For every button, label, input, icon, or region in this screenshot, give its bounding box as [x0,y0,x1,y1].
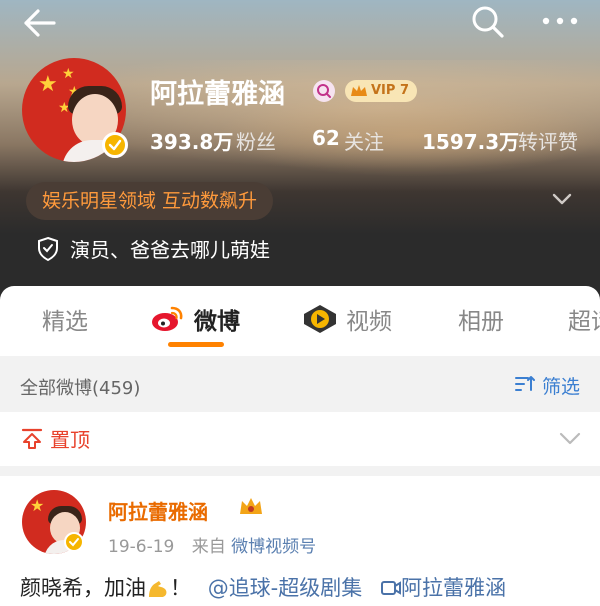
post-source-prefix: 来自 [191,537,226,557]
filter-bar: 全部微博(459) 筛选 [0,356,600,412]
weibo-logo-icon [152,306,183,331]
search-icon[interactable] [470,4,506,40]
flexed-biceps-icon [149,581,167,597]
section-divider [0,466,600,476]
tab-video[interactable]: 视频 [346,302,392,336]
post-text: 颜晓希，加油 ！ @追球-超级剧集 阿拉蕾雅涵 [20,572,506,602]
video-tab-icon [304,305,336,333]
flag-star-icon: ★ [30,496,45,515]
profile-stats: 393.8万 粉丝 62 关注 1597.3万 转评赞 [0,126,600,156]
top-bar [0,0,600,50]
post-meta: 19-6-19 来自 微博视频号 [108,532,316,557]
vip-label: VIP 7 [371,83,409,98]
post-text-punct: ！ [170,576,191,600]
followers-count[interactable]: 393.8万 [150,126,233,155]
crown-icon [351,85,367,96]
post-date: 19-6-19 [108,537,175,557]
tab-active-indicator [168,342,224,347]
tab-super-topic[interactable]: 超话 [568,302,600,336]
filter-icon[interactable] [514,374,536,394]
followers-label[interactable]: 粉丝 [236,126,276,155]
interactions-count[interactable]: 1597.3万 [422,126,519,155]
post-link-label: 阿拉蕾雅涵 [400,576,506,600]
rank-icon[interactable] [313,80,335,102]
pin-top-icon [21,428,43,449]
verified-badge-icon [64,532,84,552]
profile-name: 阿拉蕾雅涵 [150,79,285,110]
post-author[interactable]: 阿拉蕾雅涵 [108,496,208,525]
following-label[interactable]: 关注 [344,126,384,155]
chevron-down-icon[interactable] [550,190,574,208]
flag-star-icon: ★ [38,72,58,97]
post-text-body: 颜晓希，加油 [20,576,146,600]
all-posts-label[interactable]: 全部微博(459) [20,374,140,400]
tab-album[interactable]: 相册 [458,302,504,336]
tab-weibo[interactable]: 微博 [194,302,240,336]
post-source[interactable]: 微博视频号 [231,537,316,557]
intro-text: 演员、爸爸去哪儿萌娃 [70,238,270,262]
crown-icon [240,498,262,514]
video-link-icon [380,581,401,595]
tab-featured[interactable]: 精选 [42,302,88,336]
post-mention[interactable]: @追球-超级剧集 [208,576,363,600]
post-card[interactable]: ★ 阿拉蕾雅涵 19-6-19 来自 微博视频号 颜晓希，加油 ！ @追球-超级… [0,476,600,606]
pinned-row[interactable]: 置顶 [0,412,600,467]
pinned-label: 置顶 [50,428,90,452]
more-icon[interactable] [540,6,580,36]
back-arrow-icon[interactable] [20,6,60,40]
flag-star-icon: ★ [62,66,75,82]
filter-button[interactable]: 筛选 [542,372,580,399]
domain-tag[interactable]: 娱乐明星领域 互动数飙升 [26,182,274,220]
shield-icon [38,236,58,262]
vip-badge[interactable]: VIP 7 [345,80,417,102]
profile-tabs: 精选 微博 视频 相册 超话 [0,286,600,356]
post-video-link[interactable]: 阿拉蕾雅涵 [380,576,506,600]
chevron-down-icon[interactable] [558,430,582,446]
profile-header: ★ ★ ★ ★ 阿拉蕾雅涵 VIP 7 393.8万 粉丝 62 关注 [0,0,600,300]
interactions-label[interactable]: 转评赞 [518,126,578,155]
following-count[interactable]: 62 [312,126,340,150]
